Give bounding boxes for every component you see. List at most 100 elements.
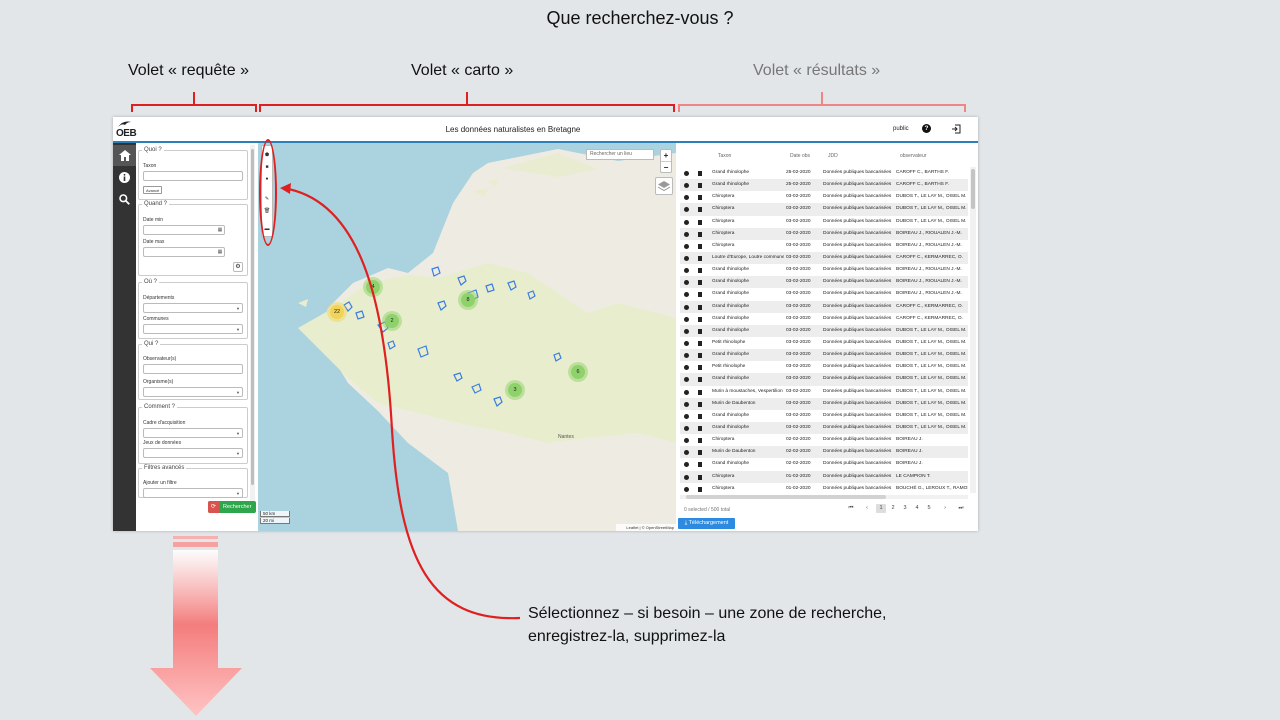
file-icon[interactable] [698,425,702,431]
page-button[interactable]: 5 [924,504,934,513]
table-row[interactable]: Grand rhinolophe 03-02-2020 Données publiq… [680,313,968,325]
table-row[interactable]: Grand rhinolophe 03-02-2020 Données publiq… [680,410,968,422]
prev-page-icon[interactable]: ‹ [862,504,872,513]
table-row[interactable]: Grand rhinolophe 03-02-2020 Données publiq… [680,324,968,337]
file-icon[interactable] [698,304,702,310]
table-row[interactable]: Chiroptera 03-02-2020 Données publiques ba… [680,227,968,240]
table-row[interactable]: Chiroptera 01-02-2020 Données publiques ba… [680,470,968,483]
file-icon[interactable] [698,268,702,274]
file-icon[interactable] [698,207,702,213]
table-row[interactable]: Grand rhinolophe 03-02-2020 Données publiq… [680,288,968,300]
table-row[interactable]: Loutre d'Europe, Loutre commune 03-02-202… [680,251,968,265]
jeux-select[interactable]: ▼ [143,448,243,458]
query-scrollbar[interactable] [250,145,255,501]
info-icon[interactable] [684,219,689,225]
info-icon[interactable] [684,280,689,286]
page-button[interactable]: 4 [912,504,922,513]
info-icon[interactable] [684,183,689,189]
file-icon[interactable] [698,171,702,176]
file-icon[interactable] [698,450,702,456]
info-icon[interactable] [684,438,689,444]
cluster-marker[interactable]: 4 [366,280,380,294]
results-hscrollbar-thumb[interactable] [686,495,886,499]
table-row[interactable]: Grand rhinolophe 03-02-2020 Données publiq… [680,421,968,435]
map-panel[interactable]: Nantes 22 4 2 8 6 3 ⬟ ■ ● ✎ 🗑 ▬ Recherch… [258,143,676,531]
map-attribution[interactable]: Leaflet | © OpenStreetMap [616,524,676,531]
table-row[interactable]: Murin à moustaches, Vespertilion à moust… [680,386,968,398]
first-page-icon[interactable]: ⏮ [846,504,856,513]
table-row[interactable]: Chiroptera 03-02-2020 Données publiques ba… [680,216,968,228]
cluster-marker[interactable]: 6 [571,365,585,379]
page-button[interactable]: 3 [900,504,910,513]
info-icon[interactable] [684,316,689,322]
refresh-icon[interactable]: ⟳ [208,501,219,513]
query-scrollbar-thumb[interactable] [251,149,254,485]
file-icon[interactable] [698,474,702,480]
file-icon[interactable] [698,486,702,492]
table-row[interactable]: Murin de Daubenton 02-02-2020 Données publ… [680,446,968,459]
info-icon[interactable] [684,207,689,213]
zoom-in-button[interactable]: + [661,150,671,161]
table-row[interactable]: Chiroptera 03-02-2020 Données publiques ba… [680,240,968,252]
info-icon[interactable] [684,328,689,334]
user-label[interactable]: public [893,126,909,132]
date-max-input[interactable] [143,247,225,257]
info-icon[interactable] [684,377,689,383]
cluster-marker[interactable]: 8 [461,293,475,307]
nav-info-button[interactable] [113,167,136,188]
info-icon[interactable] [684,268,689,274]
info-icon[interactable] [684,486,689,492]
info-icon[interactable] [684,462,689,468]
file-icon[interactable] [698,377,702,383]
avance-button[interactable]: Avancé [143,186,163,194]
date-min-input[interactable] [143,225,225,235]
next-page-icon[interactable]: › [940,504,950,513]
results-hscrollbar[interactable] [680,495,968,499]
calendar-icon[interactable]: ▦ [215,225,225,235]
table-row[interactable]: Grand rhinolophe 03-02-2020 Données publiq… [680,276,968,289]
table-row[interactable]: Chiroptera 03-02-2020 Données publiques ba… [680,191,968,203]
col-jdd[interactable]: JDD [828,153,838,159]
last-page-icon[interactable]: ⏭ [956,504,966,513]
info-icon[interactable] [684,340,689,346]
file-icon[interactable] [698,219,702,225]
observateurs-input[interactable] [143,364,243,374]
telechargement-button[interactable]: ⤓ Téléchargement [678,518,735,529]
table-row[interactable]: Grand rhinolophe 03-02-2020 Données publiq… [680,300,968,313]
info-icon[interactable] [684,450,689,456]
info-icon[interactable] [684,401,689,407]
file-icon[interactable] [698,353,702,359]
results-scrollbar[interactable] [970,167,976,493]
results-scrollbar-thumb[interactable] [971,169,975,209]
taxon-input[interactable] [143,171,243,181]
rechercher-button[interactable]: ⟳ Rechercher [208,501,256,513]
col-taxon[interactable]: Taxon [718,153,731,159]
nav-home-button[interactable] [113,145,136,166]
page-button[interactable]: 2 [888,504,898,513]
info-icon[interactable] [684,425,689,431]
info-icon[interactable] [684,255,689,261]
info-icon[interactable] [684,171,689,176]
file-icon[interactable] [698,195,702,201]
table-row[interactable]: Grand rhinolophe 03-02-2020 Données publiq… [680,373,968,386]
file-icon[interactable] [698,365,702,371]
cluster-marker[interactable]: 2 [385,314,399,328]
cluster-marker[interactable]: 22 [330,305,344,319]
col-observateur[interactable]: observateur [900,153,926,159]
table-row[interactable]: Grand rhinolophe 02-02-2020 Données publiq… [680,458,968,470]
departements-select[interactable]: ▼ [143,303,243,313]
table-row[interactable]: Chiroptera 01-02-2020 Données publiques ba… [680,483,968,495]
file-icon[interactable] [698,231,702,237]
table-row[interactable]: Grand rhinolophe 25-02-2020 Données publiq… [680,179,968,192]
file-icon[interactable] [698,255,702,261]
table-row[interactable]: Chiroptera 03-02-2020 Données publiques ba… [680,203,968,216]
zoom-out-button[interactable]: − [661,161,671,173]
table-row[interactable]: Grand rhinolophe 25-02-2020 Données publiq… [680,167,968,179]
file-icon[interactable] [698,280,702,286]
ajouter-filtre-select[interactable]: ▼ [143,488,243,498]
info-icon[interactable] [684,304,689,310]
file-icon[interactable] [698,413,702,419]
table-row[interactable]: Grand rhinolophe 03-02-2020 Données publiq… [680,349,968,362]
file-icon[interactable] [698,438,702,444]
layers-button[interactable] [655,177,673,195]
